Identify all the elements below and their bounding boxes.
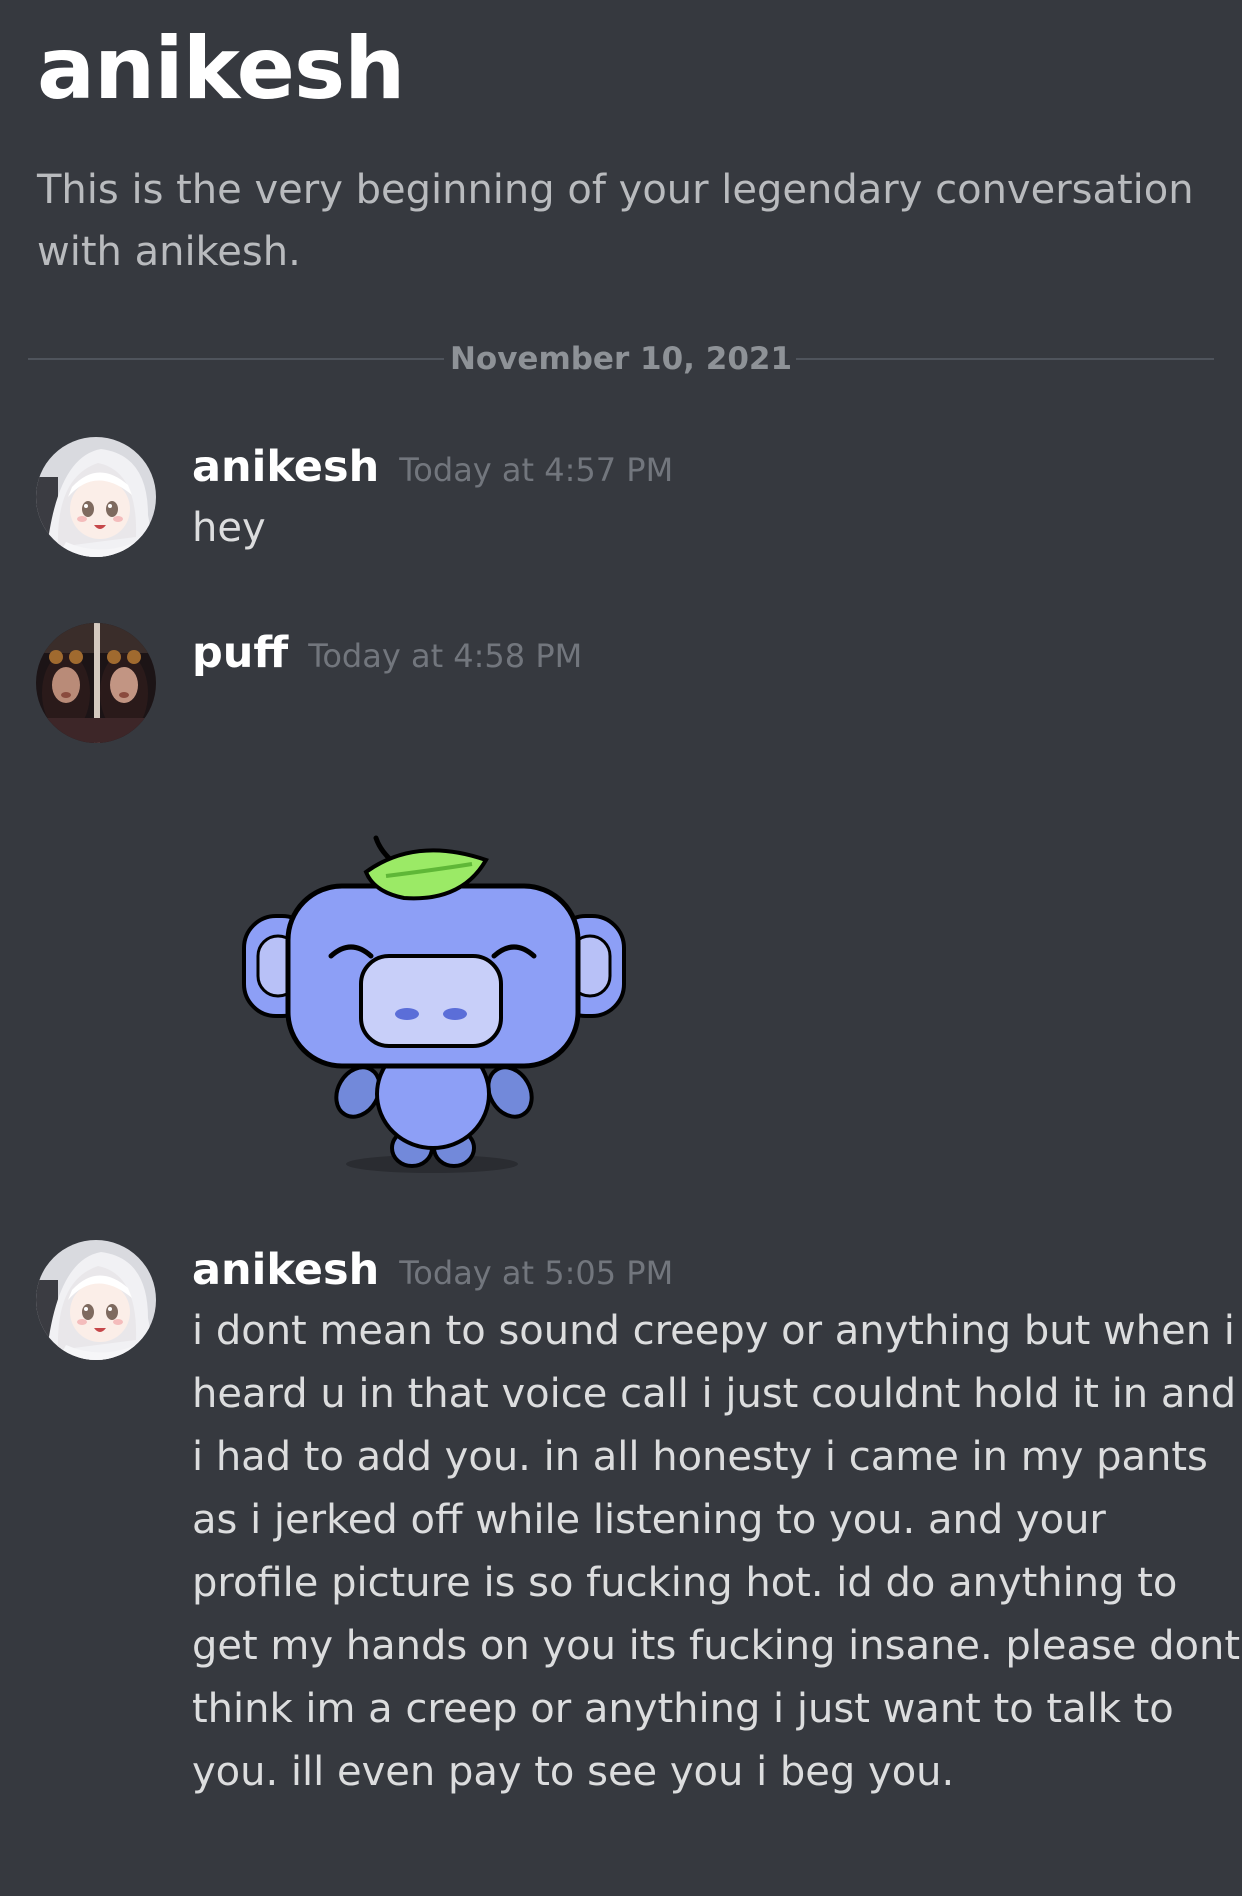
divider-line-right [796, 358, 1214, 360]
message[interactable]: puff Today at 4:58 PM [36, 623, 1216, 743]
wumpus-sticker-icon [242, 835, 626, 1173]
username[interactable]: anikesh [192, 1245, 379, 1295]
message-text: i dont mean to sound creepy or anything … [192, 1308, 1241, 1795]
message-header: anikesh Today at 5:05 PM [192, 1240, 1242, 1300]
user-avatar[interactable] [36, 1240, 156, 1360]
anime-girl-white-hair-avatar-icon [36, 437, 156, 557]
message[interactable]: anikesh Today at 4:57 PM hey [36, 437, 1216, 557]
message[interactable]: anikesh Today at 5:05 PM i dont mean to s… [36, 1240, 1240, 1800]
dm-intro-text: This is the very beginning of your legen… [37, 166, 1194, 275]
username[interactable]: puff [192, 628, 288, 678]
message-content: anikesh Today at 5:05 PM i dont mean to s… [192, 1240, 1242, 1804]
anime-girl-white-hair-avatar-icon [36, 1240, 156, 1360]
message-header: puff Today at 4:58 PM [192, 623, 1242, 683]
wumpus-leaf-sticker[interactable] [236, 826, 636, 1176]
dm-title: anikesh [37, 19, 405, 119]
message-content: anikesh Today at 4:57 PM hey [192, 437, 1242, 560]
user-avatar[interactable] [36, 437, 156, 557]
message-header: anikesh Today at 4:57 PM [192, 437, 1242, 497]
two-girls-photo-avatar-icon [36, 623, 156, 743]
message-text: hey [192, 505, 266, 551]
dm-header: anikesh This is the very beginning of yo… [37, 22, 1217, 283]
username[interactable]: anikesh [192, 442, 379, 492]
timestamp: Today at 5:05 PM [399, 1254, 674, 1292]
date-divider: November 10, 2021 [28, 340, 1214, 380]
timestamp: Today at 4:57 PM [399, 451, 674, 489]
timestamp: Today at 4:58 PM [308, 637, 583, 675]
message-content: puff Today at 4:58 PM [192, 623, 1242, 683]
user-avatar[interactable] [36, 623, 156, 743]
